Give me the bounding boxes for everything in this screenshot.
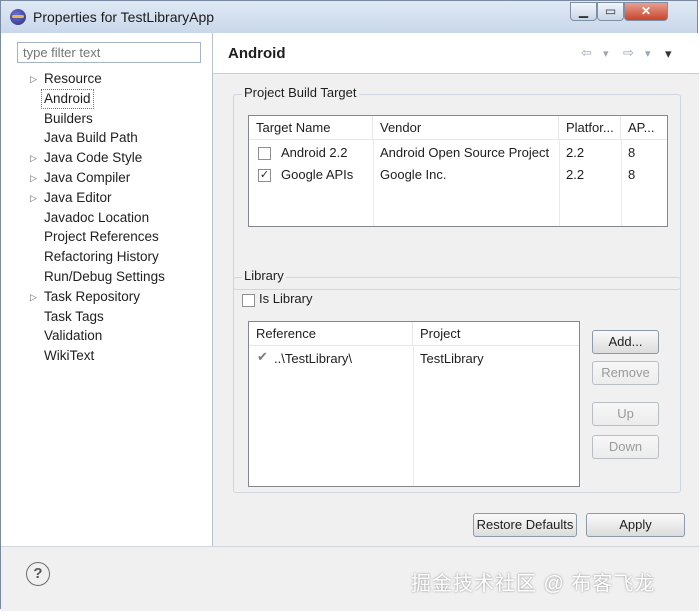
tree-item-java-code-style[interactable]: ▷ Java Code Style	[1, 148, 212, 168]
apply-button[interactable]: Apply	[586, 513, 685, 537]
target-name: Android 2.2	[281, 145, 348, 160]
tree-item-builders[interactable]: Builders	[1, 109, 212, 129]
target-api: 8	[628, 167, 636, 182]
tree-item-android[interactable]: Android	[1, 88, 212, 109]
target-checkbox[interactable]	[258, 147, 271, 160]
expand-arrow-icon[interactable]: ▷	[30, 148, 37, 168]
column-header-target-name[interactable]: Target Name	[249, 116, 373, 140]
tree-item-validation[interactable]: Validation	[1, 326, 212, 346]
column-header-vendor[interactable]: Vendor	[373, 116, 559, 140]
tree-item-refactoring-history[interactable]: Refactoring History	[1, 247, 212, 267]
column-header-platform[interactable]: Platfor...	[559, 116, 621, 140]
properties-dialog: Properties for TestLibraryApp ▁ ▭ ✕ ▷ Res…	[0, 0, 699, 611]
is-library-label[interactable]: Is Library	[259, 291, 312, 306]
maximize-button[interactable]: ▭	[597, 2, 624, 21]
library-reference-table[interactable]: Reference Project ✔ ..\TestLibrary\ Test…	[248, 321, 580, 487]
tree-item-label: Validation	[44, 328, 103, 344]
library-group: Library Is Library Reference Project ✔ .…	[233, 268, 681, 493]
tree-item-label: Java Compiler	[44, 170, 131, 185]
column-header-api[interactable]: AP...	[621, 116, 667, 140]
title-bar[interactable]: Properties for TestLibraryApp ▁ ▭ ✕	[1, 1, 697, 34]
add-button[interactable]: Add...	[592, 330, 659, 354]
tree-item-java-editor[interactable]: ▷ Java Editor	[1, 188, 212, 208]
tree-item-task-repository[interactable]: ▷ Task Repository	[1, 287, 212, 307]
tree-item-java-build-path[interactable]: Java Build Path	[1, 128, 212, 148]
expand-arrow-icon[interactable]: ▷	[30, 188, 37, 208]
target-vendor: Google Inc.	[380, 167, 447, 182]
reference-path: ..\TestLibrary\	[274, 351, 353, 366]
preference-tree-pane: ▷ Resource AndroidBuilders Java Build Path ▷…	[1, 33, 213, 546]
view-menu-icon[interactable]: ▾	[665, 46, 672, 62]
tree-item-label: Builders	[44, 110, 93, 126]
filter-input[interactable]	[17, 42, 201, 63]
dialog-button-bar: ? 掘金技术社区 @ 布客飞龙	[1, 546, 699, 611]
remove-button[interactable]: Remove	[592, 361, 659, 385]
expand-arrow-icon[interactable]: ▷	[30, 168, 37, 188]
target-name: Google APIs	[281, 167, 354, 182]
tree-item-label: Refactoring History	[44, 249, 159, 265]
build-target-table[interactable]: Target Name Vendor Platfor... AP... Andr…	[248, 115, 668, 227]
up-button[interactable]: Up	[592, 402, 659, 426]
page-title: Android	[228, 45, 286, 62]
tree-item-java-compiler[interactable]: ▷ Java Compiler	[1, 168, 212, 188]
expand-arrow-icon[interactable]: ▷	[30, 69, 37, 89]
is-library-checkbox[interactable]	[242, 294, 255, 307]
back-arrow-icon[interactable]: ⇦	[581, 45, 592, 61]
tree-item-label: Task Tags	[44, 308, 104, 324]
tree-item-label: Java Editor	[44, 189, 112, 205]
restore-defaults-button[interactable]: Restore Defaults	[473, 513, 577, 537]
window-title: Properties for TestLibraryApp	[33, 9, 215, 25]
tree-item-project-references[interactable]: Project References	[1, 227, 212, 247]
target-platform: 2.2	[566, 167, 585, 182]
column-header-reference[interactable]: Reference	[249, 322, 413, 346]
android-page: Android ⇦ ▾ ⇨ ▾ ▾ Project Build Target T…	[213, 33, 699, 546]
tree-item-label: Task Repository	[44, 288, 141, 304]
tree-item-label: Java Code Style	[44, 150, 143, 166]
tree-item-label: Resource	[44, 71, 102, 86]
tree-item-label: Project References	[44, 229, 159, 245]
tree-item-wikitext[interactable]: WikiText	[1, 346, 212, 366]
tree-item-resource[interactable]: ▷ Resource	[1, 69, 212, 89]
tree-item-label: WikiText	[44, 348, 95, 364]
forward-dropdown-icon[interactable]: ▾	[645, 47, 651, 60]
page-header: Android ⇦ ▾ ⇨ ▾ ▾	[213, 33, 699, 74]
minimize-button[interactable]: ▁	[570, 2, 597, 21]
tree-item-label: Run/Debug Settings	[44, 269, 165, 284]
back-dropdown-icon[interactable]: ▾	[603, 47, 609, 60]
tree-item-label: Java Build Path	[44, 130, 138, 146]
target-api: 8	[628, 145, 636, 160]
reference-project: TestLibrary	[420, 351, 484, 366]
build-target-label: Project Build Target	[242, 85, 359, 100]
build-target-group: Project Build Target Target Name Vendor …	[233, 85, 681, 290]
tree-item-task-tags[interactable]: Task Tags	[1, 307, 212, 327]
forward-arrow-icon[interactable]: ⇨	[623, 45, 634, 61]
down-button[interactable]: Down	[592, 435, 659, 459]
watermark: 掘金技术社区 @ 布客飞龙	[411, 573, 656, 595]
target-checkbox-checked[interactable]: ✓	[258, 169, 271, 182]
expand-arrow-icon[interactable]: ▷	[30, 287, 37, 307]
tree-item-javadoc-location[interactable]: Javadoc Location	[1, 208, 212, 228]
eclipse-icon	[10, 9, 26, 25]
target-vendor: Android Open Source Project	[380, 145, 550, 160]
close-button[interactable]: ✕	[624, 2, 668, 21]
tree-item-run-debug-settings[interactable]: Run/Debug Settings	[1, 267, 212, 287]
help-icon[interactable]: ?	[26, 562, 50, 586]
column-header-project[interactable]: Project	[413, 322, 579, 346]
tree-item-label: Android	[41, 88, 94, 109]
tree-item-label: Javadoc Location	[44, 209, 150, 225]
target-platform: 2.2	[566, 145, 585, 160]
library-label: Library	[242, 268, 286, 283]
